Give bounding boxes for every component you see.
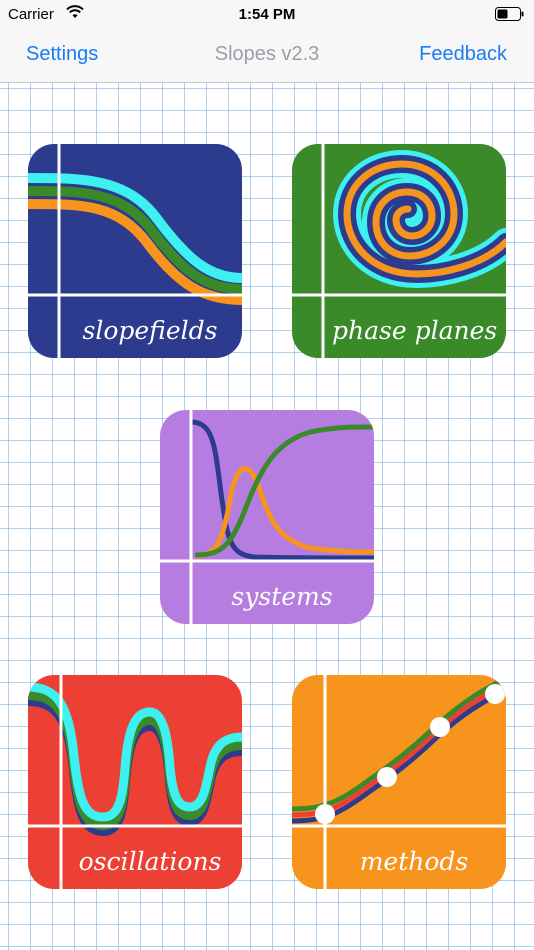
phase-planes-label: phase planes — [332, 316, 498, 345]
oscillations-label: oscillations — [78, 847, 222, 876]
navigation-bar: Settings Slopes v2.3 Feedback — [0, 30, 534, 83]
systems-label: systems — [231, 582, 333, 611]
oscillations-tile[interactable]: oscillations — [28, 675, 242, 889]
systems-tile[interactable]: systems — [160, 410, 374, 624]
methods-tile[interactable]: methods — [292, 675, 506, 889]
status-bar: Carrier 1:54 PM — [0, 0, 534, 30]
method-point — [430, 717, 450, 737]
feedback-button[interactable]: Feedback — [419, 43, 507, 66]
clock: 1:54 PM — [238, 6, 296, 23]
slopefields-tile[interactable]: slopefields — [28, 144, 242, 358]
method-point — [485, 684, 505, 704]
methods-label: methods — [359, 847, 469, 876]
phase-planes-tile[interactable]: phase planes — [292, 144, 506, 358]
slopefields-label: slopefields — [82, 316, 218, 345]
battery-icon — [495, 7, 525, 25]
method-point — [377, 767, 397, 787]
